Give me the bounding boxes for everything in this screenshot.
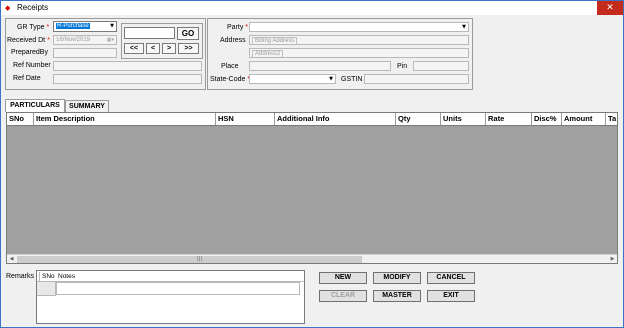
state-code-select[interactable]: ▼	[249, 74, 336, 84]
gr-type-select[interactable]: R-Purchase ▼	[53, 21, 117, 32]
place-field[interactable]	[249, 61, 391, 71]
last-record-button[interactable]: >>	[178, 43, 199, 54]
window-title: Receipts	[17, 3, 49, 12]
column-header-ta[interactable]: Ta	[606, 113, 617, 125]
grip-icon: |||	[197, 256, 203, 262]
goto-number-input[interactable]	[124, 27, 175, 39]
prepared-by-label: PreparedBy	[11, 49, 48, 56]
modify-button[interactable]: MODIFY	[373, 272, 421, 284]
pin-label: Pin	[397, 63, 408, 70]
exit-button[interactable]: EXIT	[427, 290, 475, 302]
received-dt-label: Received Dt *	[7, 37, 50, 44]
received-date-value: 16/Nov/2019	[56, 37, 91, 43]
clear-button[interactable]: CLEAR	[319, 290, 367, 302]
column-header-additional-info[interactable]: Additional Info	[275, 113, 396, 125]
tab-summary[interactable]: SUMMARY	[65, 100, 109, 112]
horizontal-scrollbar[interactable]: ◀ ||| ▶	[7, 254, 617, 263]
grid-header: SNo Item Description HSN Additional Info…	[7, 113, 617, 126]
new-button[interactable]: NEW	[319, 272, 367, 284]
cancel-button[interactable]: CANCEL	[427, 272, 475, 284]
gr-type-label: GR Type *	[17, 24, 50, 31]
chevron-down-icon: ▼	[462, 24, 466, 30]
prepared-by-field[interactable]	[53, 48, 117, 58]
close-button[interactable]: ✕	[597, 1, 623, 15]
remarks-grid[interactable]: SNo Notes	[36, 270, 305, 324]
column-header-units[interactable]: Units	[441, 113, 486, 125]
ref-date-label: Ref Date	[13, 75, 41, 82]
column-header-item-description[interactable]: Item Description	[34, 113, 216, 125]
ref-date-field[interactable]	[53, 74, 202, 84]
party-select[interactable]: ▼	[249, 22, 469, 32]
master-button[interactable]: MASTER	[373, 290, 421, 302]
scroll-right-icon[interactable]: ▶	[608, 255, 617, 263]
remarks-label: Remarks	[6, 273, 35, 280]
scroll-left-icon[interactable]: ◀	[7, 255, 16, 263]
address2-field[interactable]: Address2	[249, 48, 469, 58]
column-header-hsn[interactable]: HSN	[216, 113, 275, 125]
column-header-disc[interactable]: Disc%	[532, 113, 562, 125]
first-record-button[interactable]: <<	[124, 43, 144, 54]
column-header-qty[interactable]: Qty	[396, 113, 441, 125]
place-label: Place	[221, 63, 239, 70]
calendar-icon[interactable]: ▦▾	[107, 37, 114, 44]
chevron-down-icon: ▼	[110, 23, 114, 29]
remarks-column-notes[interactable]: Notes	[56, 272, 116, 281]
ref-number-field[interactable]	[53, 61, 202, 71]
gstin-label: GSTIN	[341, 76, 363, 83]
gr-type-value: R-Purchase	[56, 23, 90, 29]
billing-address-field[interactable]: Billing Address	[249, 35, 469, 45]
party-label: Party *	[227, 24, 249, 31]
ref-number-label: Ref Number	[13, 62, 51, 69]
receipts-window: ◆ Receipts ✕ GR Type * R-Purchase ▼ Rece…	[0, 0, 624, 328]
remarks-header: SNo Notes	[37, 271, 304, 282]
title-bar[interactable]: ◆ Receipts ✕	[1, 1, 623, 15]
remarks-column-sno[interactable]: SNo	[40, 272, 56, 281]
chevron-down-icon: ▼	[329, 76, 333, 82]
billing-address-placeholder: Billing Address	[252, 37, 298, 44]
address2-placeholder: Address2	[252, 50, 284, 57]
previous-record-button[interactable]: <	[146, 43, 160, 54]
close-icon: ✕	[606, 3, 614, 13]
app-icon: ◆	[5, 4, 11, 12]
column-header-amount[interactable]: Amount	[562, 113, 606, 125]
remarks-notes-cell[interactable]	[56, 282, 300, 295]
column-header-sno[interactable]: SNo	[7, 113, 34, 125]
scroll-thumb[interactable]: |||	[17, 256, 362, 263]
go-button[interactable]: GO	[177, 27, 199, 40]
tab-particulars[interactable]: PARTICULARS	[5, 99, 65, 112]
next-record-button[interactable]: >	[162, 43, 176, 54]
column-header-rate[interactable]: Rate	[486, 113, 532, 125]
gstin-field[interactable]	[364, 74, 469, 84]
state-code-label: State-Code *	[210, 76, 250, 83]
pin-field[interactable]	[413, 61, 469, 71]
remarks-row-selector[interactable]	[37, 282, 56, 296]
received-date-picker[interactable]: 16/Nov/2019 ▦▾	[53, 35, 117, 45]
address-label: Address	[220, 37, 246, 44]
particulars-grid[interactable]: SNo Item Description HSN Additional Info…	[6, 112, 618, 264]
